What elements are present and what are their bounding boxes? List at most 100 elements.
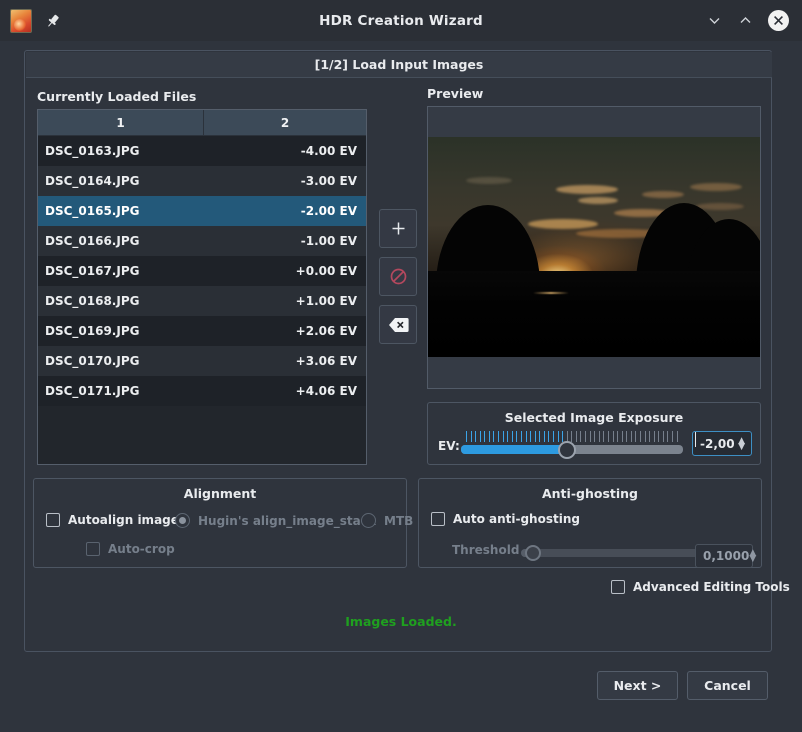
slider-tick <box>575 431 577 442</box>
hugin-align-label: Hugin's align_image_stack <box>198 513 376 528</box>
table-row[interactable]: DSC_0163.JPG -4.00 EV <box>38 136 366 166</box>
file-ev-cell: +4.06 EV <box>295 384 357 398</box>
table-row[interactable]: DSC_0170.JPG +3.06 EV <box>38 346 366 376</box>
slider-tick <box>649 431 651 442</box>
luminance-hdr-icon <box>10 8 32 33</box>
loaded-files-table[interactable]: 1 2 DSC_0163.JPG -4.00 EV DSC_0164.JPG -3.0… <box>37 109 367 465</box>
hdr-creation-wizard-window: HDR Creation Wizard [1/2] Load Input Ima… <box>0 0 802 732</box>
exposure-slider-handle[interactable] <box>558 441 576 459</box>
file-name-cell: DSC_0163.JPG <box>45 144 140 158</box>
file-name-cell: DSC_0164.JPG <box>45 174 140 188</box>
file-ev-cell: +3.06 EV <box>295 354 357 368</box>
file-ev-cell: -1.00 EV <box>300 234 357 248</box>
threshold-spinbox[interactable]: 0,1000 ▲ ▼ <box>695 544 756 568</box>
hugin-align-radio[interactable]: Hugin's align_image_stack <box>175 513 376 528</box>
pin-icon[interactable] <box>44 12 62 30</box>
cancel-button[interactable]: Cancel <box>687 671 768 700</box>
slider-tick <box>612 431 614 442</box>
column-header-2[interactable]: 2 <box>204 110 366 136</box>
remove-image-button[interactable] <box>379 257 417 296</box>
clear-list-button[interactable] <box>379 305 417 344</box>
checkbox-box[interactable] <box>611 580 625 594</box>
add-images-button[interactable] <box>379 209 417 248</box>
auto-anti-ghosting-label: Auto anti-ghosting <box>453 512 580 526</box>
file-ev-cell: -4.00 EV <box>300 144 357 158</box>
table-body: DSC_0163.JPG -4.00 EV DSC_0164.JPG -3.00 EV… <box>38 136 366 406</box>
file-name-cell: DSC_0171.JPG <box>45 384 140 398</box>
threshold-slider-track[interactable] <box>521 549 699 557</box>
mtb-radio[interactable]: MTB <box>361 513 413 528</box>
mtb-label: MTB <box>384 513 414 528</box>
preview-image <box>428 137 760 357</box>
exposure-value[interactable]: -2,00 <box>693 431 735 451</box>
slider-tick <box>539 431 541 442</box>
slider-tick <box>607 431 609 442</box>
slider-tick <box>479 431 481 442</box>
table-row[interactable]: DSC_0171.JPG +4.06 EV <box>38 376 366 406</box>
slider-tick <box>562 431 564 442</box>
exposure-slider[interactable] <box>461 431 683 459</box>
slider-tick <box>667 431 669 442</box>
window-controls <box>706 10 802 31</box>
preview-foreground <box>428 271 760 357</box>
exposure-slider-ticks <box>466 431 678 442</box>
status-message: Images Loaded. <box>345 614 457 629</box>
autoalign-images-label: Autoalign images <box>68 513 187 527</box>
slider-tick <box>466 431 467 442</box>
radio-button[interactable] <box>175 513 190 528</box>
table-row[interactable]: DSC_0167.JPG +0.00 EV <box>38 256 366 286</box>
threshold-slider-handle[interactable] <box>525 545 541 561</box>
table-row[interactable]: DSC_0166.JPG -1.00 EV <box>38 226 366 256</box>
preview-panel[interactable] <box>427 106 761 389</box>
exposure-value-spinbox[interactable]: -2,00 ▲ ▼ <box>692 431 752 456</box>
slider-tick <box>493 431 495 442</box>
column-header-1[interactable]: 1 <box>38 110 204 136</box>
alignment-group: Alignment Autoalign images Hugin's align… <box>33 478 413 568</box>
table-row[interactable]: DSC_0168.JPG +1.00 EV <box>38 286 366 316</box>
file-ev-cell: +0.00 EV <box>295 264 357 278</box>
threshold-value[interactable]: 0,1000 <box>696 549 749 563</box>
anti-ghosting-group: Anti-ghosting Auto anti-ghosting Thresho… <box>418 478 762 568</box>
close-icon[interactable] <box>768 10 789 31</box>
titlebar: HDR Creation Wizard <box>0 0 802 41</box>
spin-down-icon[interactable]: ▼ <box>749 555 756 564</box>
slider-tick <box>598 431 600 442</box>
table-row[interactable]: DSC_0165.JPG -2.00 EV <box>38 196 366 226</box>
spin-down-icon[interactable]: ▼ <box>738 442 745 451</box>
chevron-down-icon[interactable] <box>706 12 723 29</box>
slider-tick <box>470 431 472 442</box>
table-row[interactable]: DSC_0164.JPG -3.00 EV <box>38 166 366 196</box>
checkbox-box[interactable] <box>46 513 60 527</box>
dialog-footer: Next > Cancel <box>597 671 768 700</box>
file-name-cell: DSC_0168.JPG <box>45 294 140 308</box>
radio-button[interactable] <box>361 513 376 528</box>
auto-crop-checkbox[interactable]: Auto-crop <box>86 542 175 556</box>
slider-tick <box>621 431 623 442</box>
selected-image-exposure-group: Selected Image Exposure EV: -2,00 ▲ ▼ <box>427 402 761 465</box>
slider-tick <box>525 431 527 442</box>
slider-tick <box>475 431 477 442</box>
auto-anti-ghosting-checkbox[interactable]: Auto anti-ghosting <box>431 512 580 526</box>
slider-tick <box>511 431 513 442</box>
slider-tick <box>676 431 678 442</box>
file-name-cell: DSC_0167.JPG <box>45 264 140 278</box>
checkbox-box[interactable] <box>86 542 100 556</box>
table-header-row: 1 2 <box>38 110 366 136</box>
slider-tick <box>662 431 664 442</box>
threshold-spin-arrows[interactable]: ▲ ▼ <box>749 549 756 564</box>
list-tool-buttons <box>379 209 417 344</box>
checkbox-box[interactable] <box>431 512 445 526</box>
file-name-cell: DSC_0166.JPG <box>45 234 140 248</box>
alignment-group-title: Alignment <box>183 486 257 501</box>
slider-tick <box>589 431 591 442</box>
table-row[interactable]: DSC_0169.JPG +2.06 EV <box>38 316 366 346</box>
exposure-spin-arrows[interactable]: ▲ ▼ <box>738 436 745 451</box>
chevron-up-icon[interactable] <box>737 12 754 29</box>
advanced-editing-tools-checkbox[interactable]: Advanced Editing Tools <box>611 580 790 594</box>
autoalign-images-checkbox[interactable]: Autoalign images <box>46 513 186 527</box>
slider-tick <box>617 431 619 442</box>
preview-highlight <box>533 292 569 294</box>
next-button[interactable]: Next > <box>597 671 678 700</box>
slider-tick <box>571 431 573 442</box>
threshold-label-row: Threshold <box>452 543 519 557</box>
